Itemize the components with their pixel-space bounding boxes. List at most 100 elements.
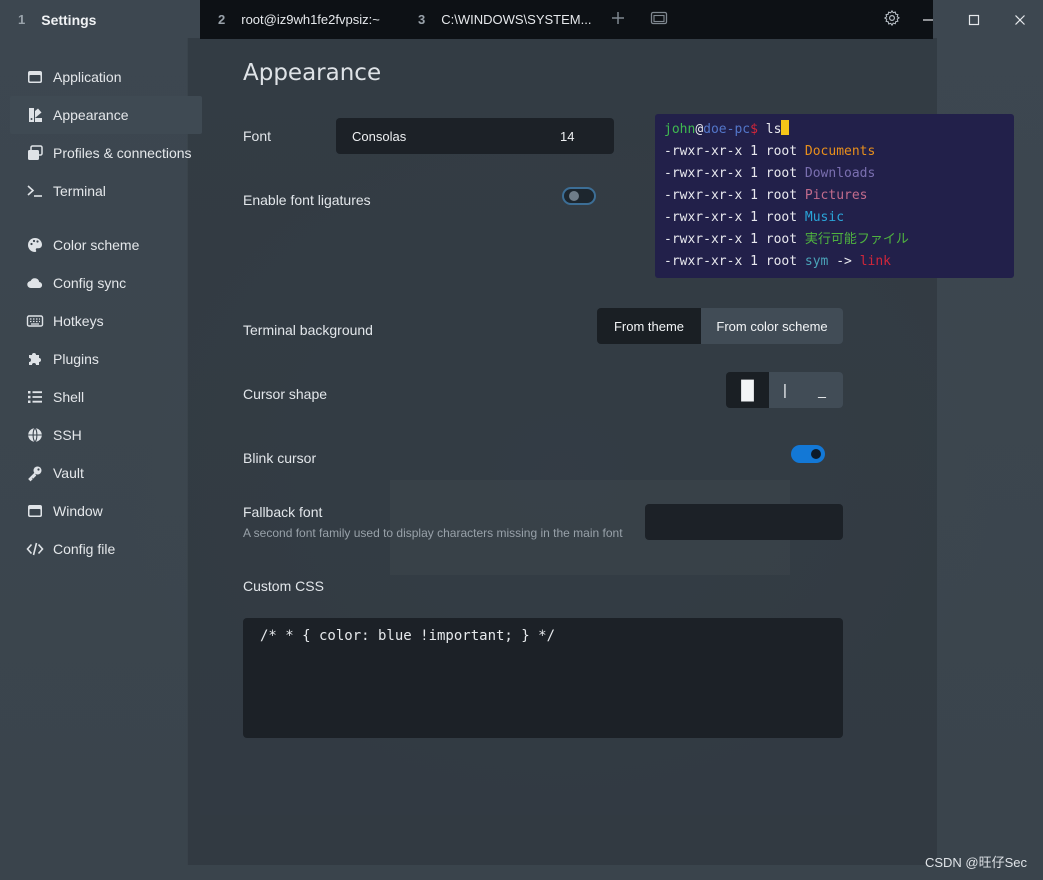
sidebar-item-label: Profiles & connections bbox=[53, 145, 192, 161]
preview-row: -rwxr-xr-x 1 root Downloads bbox=[664, 163, 1014, 185]
cursor-block-button[interactable]: █ bbox=[726, 372, 769, 408]
gear-icon[interactable] bbox=[883, 9, 903, 29]
paint-icon bbox=[29, 108, 42, 122]
sidebar-item-terminal[interactable]: Terminal bbox=[0, 172, 202, 210]
sidebar-item-label: Terminal bbox=[53, 183, 106, 199]
row-perms: -rwxr-xr-x 1 root bbox=[664, 144, 805, 159]
row-perms: -rwxr-xr-x 1 root bbox=[664, 188, 805, 203]
font-label: Font bbox=[243, 128, 272, 144]
cursor-beam-button[interactable]: | bbox=[769, 372, 801, 408]
palette-icon bbox=[28, 238, 43, 252]
sidebar-item-color-scheme[interactable]: Color scheme bbox=[0, 226, 202, 264]
cursor-shape-label: Cursor shape bbox=[243, 386, 328, 402]
prompt-host: doe-pc bbox=[703, 122, 751, 137]
tab-number: 2 bbox=[218, 12, 226, 27]
terminal-background-selector: From theme From color scheme bbox=[597, 308, 843, 344]
minimize-icon[interactable] bbox=[905, 0, 951, 39]
watermark: CSDN @旺仔Sec bbox=[924, 855, 1027, 870]
sidebar-item-window[interactable]: Window bbox=[0, 492, 202, 530]
row-name: sym bbox=[804, 254, 829, 269]
sidebar-item-vault[interactable]: Vault bbox=[0, 454, 202, 492]
from-theme-button[interactable]: From theme bbox=[597, 308, 701, 344]
tab-windows-shell[interactable]: 3 C:\WINDOWS\SYSTEM... bbox=[400, 12, 600, 27]
custom-css-label: Custom CSS bbox=[243, 578, 324, 594]
tab-strip: 2 root@iz9wh1fe2fvpsiz:~ 3 C:\WINDOWS\SY… bbox=[200, 0, 933, 39]
window-icon bbox=[28, 505, 42, 517]
sidebar-item-application[interactable]: Application bbox=[0, 58, 202, 96]
toggle-knob bbox=[569, 191, 579, 201]
cloud-icon bbox=[27, 278, 43, 289]
from-color-scheme-button[interactable]: From color scheme bbox=[701, 308, 843, 344]
symlink-target: link bbox=[859, 254, 891, 269]
tab-ssh-root[interactable]: 2 root@iz9wh1fe2fvpsiz:~ bbox=[200, 12, 400, 27]
prompt-command: ls bbox=[765, 122, 782, 137]
font-input[interactable]: Consolas 14 bbox=[336, 118, 614, 154]
row-name: Pictures bbox=[804, 188, 868, 203]
tab-label: root@iz9wh1fe2fvpsiz:~ bbox=[241, 12, 380, 27]
sidebar-item-hotkeys[interactable]: Hotkeys bbox=[0, 302, 202, 340]
preview-row: -rwxr-xr-x 1 root Pictures bbox=[664, 185, 1014, 207]
window-icon bbox=[28, 71, 42, 83]
cursor-underline-button[interactable]: _ bbox=[801, 372, 843, 408]
close-icon[interactable] bbox=[997, 0, 1043, 39]
tab-number: 1 bbox=[18, 12, 26, 27]
terminal-icon bbox=[27, 185, 42, 197]
sidebar-item-appearance[interactable]: Appearance bbox=[10, 96, 202, 134]
row-perms: -rwxr-xr-x 1 root bbox=[664, 210, 805, 225]
sidebar-item-config-file[interactable]: Config file bbox=[0, 530, 202, 568]
list-icon bbox=[28, 391, 42, 403]
row-name: Downloads bbox=[804, 166, 876, 181]
row-name: Music bbox=[804, 210, 845, 225]
plus-icon[interactable] bbox=[610, 10, 626, 30]
sidebar-item-label: Shell bbox=[53, 389, 85, 405]
tab-label: Settings bbox=[41, 11, 97, 28]
sidebar-item-shell[interactable]: Shell bbox=[0, 378, 202, 416]
maximize-icon[interactable] bbox=[951, 0, 997, 39]
code-icon bbox=[26, 542, 44, 556]
cursor-shape-selector: █ | _ bbox=[726, 372, 843, 408]
prompt-at: @ bbox=[695, 122, 704, 137]
globe-icon bbox=[28, 427, 42, 443]
sidebar-item-label: SSH bbox=[53, 427, 82, 443]
sidebar-item-config-sync[interactable]: Config sync bbox=[0, 264, 202, 302]
window-controls bbox=[905, 0, 1043, 39]
preview-prompt-line: john@doe-pc$ ls bbox=[664, 119, 1014, 141]
puzzle-icon bbox=[29, 353, 41, 365]
tab-number: 3 bbox=[418, 12, 426, 27]
blink-cursor-toggle[interactable] bbox=[791, 445, 825, 463]
sidebar-item-label: Color scheme bbox=[53, 237, 140, 253]
row-perms: -rwxr-xr-x 1 root bbox=[664, 166, 805, 181]
prompt-user: john bbox=[664, 122, 696, 137]
custom-css-editor[interactable]: /* * { color: blue !important; } */ bbox=[243, 618, 843, 738]
title-bar: 1 Settings 2 root@iz9wh1fe2fvpsiz:~ 3 C:… bbox=[0, 0, 1043, 39]
sidebar-item-label: Plugins bbox=[53, 351, 99, 367]
row-name: 実行可能ファイル bbox=[804, 232, 909, 247]
windows-stack-icon bbox=[28, 145, 43, 160]
prompt-symbol: $ bbox=[750, 122, 766, 137]
ligatures-toggle[interactable] bbox=[562, 187, 596, 205]
window-icon[interactable] bbox=[650, 10, 668, 30]
fallback-font-input[interactable] bbox=[645, 504, 843, 540]
preview-row: -rwxr-xr-x 1 root Music bbox=[664, 207, 1014, 229]
preview-row: -rwxr-xr-x 1 root 実行可能ファイル bbox=[664, 229, 1014, 251]
font-name-value: Consolas bbox=[352, 128, 407, 144]
sidebar-item-plugins[interactable]: Plugins bbox=[0, 340, 202, 378]
fallback-font-description: A second font family used to display cha… bbox=[243, 526, 623, 540]
row-perms: -rwxr-xr-x 1 root bbox=[664, 254, 805, 269]
terminal-background-label: Terminal background bbox=[243, 322, 373, 338]
sidebar-item-ssh[interactable]: SSH bbox=[0, 416, 202, 454]
ligatures-label: Enable font ligatures bbox=[243, 192, 371, 208]
page-title: Appearance bbox=[243, 60, 382, 86]
terminal-preview: john@doe-pc$ ls -rwxr-xr-x 1 root Docume… bbox=[655, 114, 1014, 278]
sidebar-item-label: Vault bbox=[53, 465, 84, 481]
preview-row: -rwxr-xr-x 1 root sym -> link bbox=[664, 251, 1014, 273]
sidebar-item-label: Config file bbox=[53, 541, 116, 557]
terminal-cursor bbox=[781, 120, 790, 135]
toggle-knob bbox=[811, 449, 821, 459]
tab-settings[interactable]: 1 Settings bbox=[0, 0, 200, 39]
sidebar-item-label: Application bbox=[53, 69, 122, 85]
row-name: Documents bbox=[804, 144, 876, 159]
sidebar-item-label: Config sync bbox=[53, 275, 127, 291]
key-icon bbox=[28, 466, 42, 482]
sidebar-item-profiles[interactable]: Profiles & connections bbox=[0, 134, 202, 172]
